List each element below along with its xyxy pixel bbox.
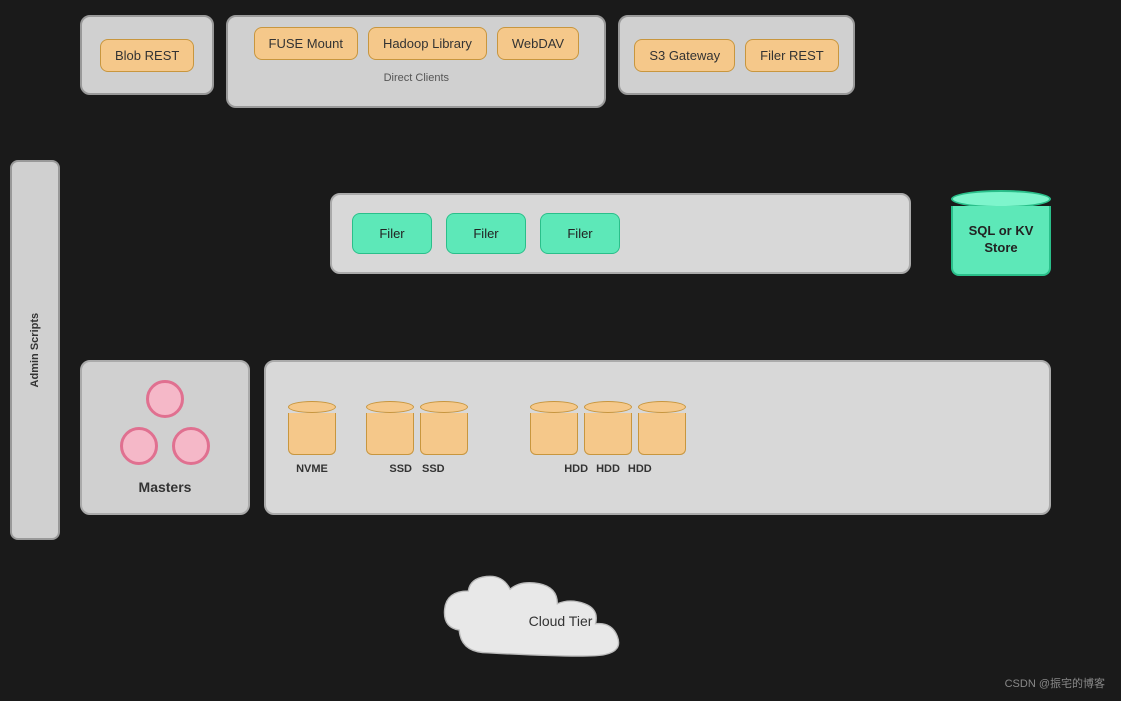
hdd2-top — [584, 401, 632, 413]
ssd-disks — [366, 401, 468, 455]
nvme-group: NVME — [288, 401, 336, 475]
direct-clients-box: FUSE Mount Hadoop Library WebDAV Direct … — [226, 15, 606, 108]
sql-kv-cylinder: SQL or KV Store — [951, 190, 1051, 276]
ssd1-body — [366, 413, 414, 455]
hdd-disk-2 — [584, 401, 632, 455]
hdd3-top — [638, 401, 686, 413]
hadoop-library-item: Hadoop Library — [368, 27, 487, 60]
master-circle-3 — [172, 427, 210, 465]
hdd2-label: HDD — [596, 463, 620, 475]
masters-circles — [120, 380, 210, 465]
blob-rest-item: Blob REST — [100, 39, 194, 72]
diagram-container: Admin Scripts Blob REST FUSE Mount Hadoo… — [0, 0, 1121, 701]
nvme-disk — [288, 401, 336, 455]
nvme-disks — [288, 401, 336, 455]
nvme-disk-body — [288, 413, 336, 455]
hdd-disk-3 — [638, 401, 686, 455]
right-clients-box: S3 Gateway Filer REST — [618, 15, 854, 95]
hdd-group: HDD HDD HDD — [530, 401, 686, 475]
webdav-item: WebDAV — [497, 27, 579, 60]
cylinder-body: SQL or KV Store — [951, 206, 1051, 276]
direct-clients-row: FUSE Mount Hadoop Library WebDAV — [254, 27, 580, 60]
hdd3-body — [638, 413, 686, 455]
filer-group-box: Filer Filer Filer — [330, 193, 911, 274]
sql-kv-container: SQL or KV Store — [951, 190, 1051, 276]
top-clients-area: Blob REST FUSE Mount Hadoop Library WebD… — [80, 15, 1051, 108]
blob-rest-box: Blob REST — [80, 15, 214, 95]
filer-2: Filer — [446, 213, 526, 254]
nvme-disk-top — [288, 401, 336, 413]
cloud-svg — [421, 571, 701, 671]
filer-rest-item: Filer REST — [745, 39, 839, 72]
master-circle-2 — [120, 427, 158, 465]
hdd-disks — [530, 401, 686, 455]
cloud-section: Cloud Tier — [300, 571, 821, 671]
admin-scripts-panel: Admin Scripts — [10, 160, 60, 540]
hdd1-body — [530, 413, 578, 455]
storage-divider — [498, 398, 500, 478]
ssd1-top — [366, 401, 414, 413]
filer-section: Filer Filer Filer SQL or KV Store — [330, 190, 1051, 276]
masters-box: Masters — [80, 360, 250, 515]
storage-box: NVME SSD SSD — [264, 360, 1051, 515]
masters-label: Masters — [139, 479, 192, 495]
master-circle-1 — [146, 380, 184, 418]
direct-clients-label: Direct Clients — [384, 72, 449, 84]
hdd1-label: HDD — [564, 463, 588, 475]
filer-1: Filer — [352, 213, 432, 254]
ssd2-label: SSD — [422, 463, 445, 475]
admin-scripts-label: Admin Scripts — [28, 313, 42, 388]
hdd-disk-1 — [530, 401, 578, 455]
hdd3-label: HDD — [628, 463, 652, 475]
s3-gateway-item: S3 Gateway — [634, 39, 735, 72]
ssd-disk-1 — [366, 401, 414, 455]
fuse-mount-item: FUSE Mount — [254, 27, 358, 60]
hdd1-top — [530, 401, 578, 413]
ssd2-body — [420, 413, 468, 455]
ssd-group: SSD SSD — [366, 401, 468, 475]
ssd-disk-2 — [420, 401, 468, 455]
watermark: CSDN @振宅的博客 — [1005, 675, 1105, 691]
nvme-label: NVME — [296, 463, 328, 475]
cloud-shape: Cloud Tier — [421, 571, 701, 671]
ssd1-label: SSD — [389, 463, 412, 475]
lower-section: Masters NVME — [80, 360, 1051, 515]
ssd2-top — [420, 401, 468, 413]
filer-3: Filer — [540, 213, 620, 254]
hdd2-body — [584, 413, 632, 455]
